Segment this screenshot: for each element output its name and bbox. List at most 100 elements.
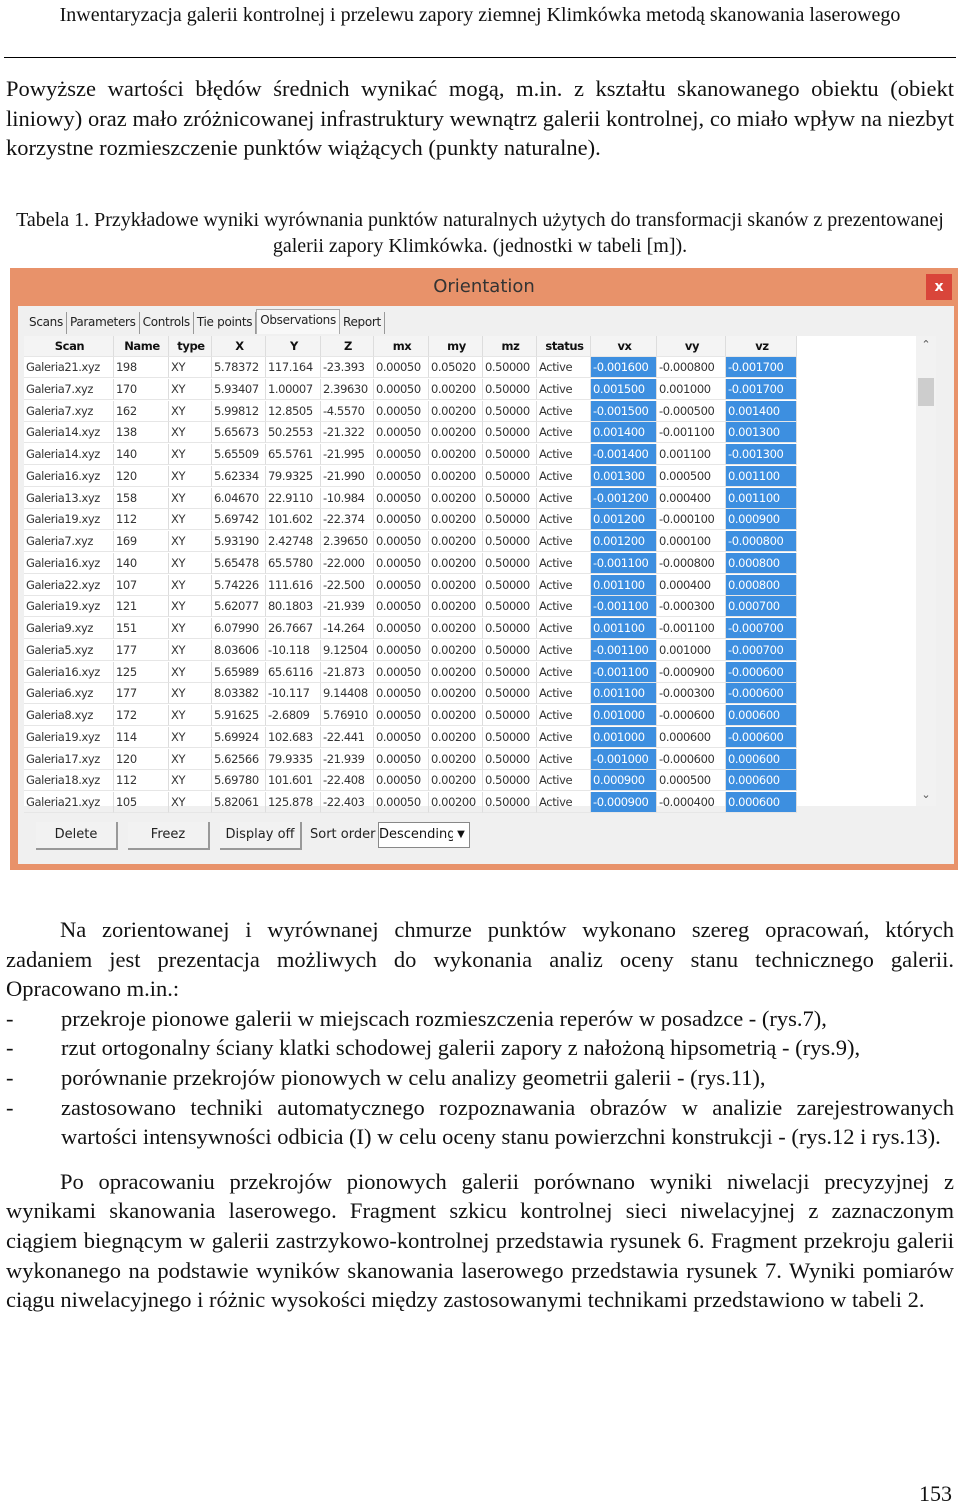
cell-name: 177: [114, 639, 169, 661]
column-header-my[interactable]: my: [429, 336, 483, 357]
table-row[interactable]: Galeria6.xyz 177 XY 8.03382 -10.117 9.14408 0.…: [24, 683, 797, 705]
table-row[interactable]: Galeria7.xyz 169 XY 5.93190 2.42748 2.39650 0.…: [24, 531, 797, 552]
column-header-vy[interactable]: vy: [657, 336, 726, 357]
tab-scans[interactable]: Scans: [26, 312, 67, 334]
cell-mz: 0.50000: [483, 639, 537, 661]
cell-vz: -0.001700: [726, 378, 797, 400]
table-row[interactable]: Galeria5.xyz 177 XY 8.03606 -10.118 9.12504 0.…: [24, 639, 797, 661]
chevron-down-icon[interactable]: ▼: [453, 823, 469, 847]
cell-y: 26.7667: [266, 618, 321, 639]
table-row[interactable]: Galeria9.xyz 151 XY 6.07990 26.7667 -14.264 0.…: [24, 618, 797, 639]
scrollbar-thumb[interactable]: [918, 378, 934, 406]
column-header-status[interactable]: status: [537, 336, 591, 357]
table-row[interactable]: Galeria19.xyz 121 XY 5.62077 80.1803 -21.939 0…: [24, 596, 797, 618]
cell-z: -22.408: [321, 770, 374, 792]
freez-button[interactable]: Freez: [128, 822, 210, 850]
column-header-y[interactable]: Y: [266, 336, 321, 357]
cell-status: Active: [537, 574, 591, 596]
cell-y: 79.9335: [266, 748, 321, 770]
cell-status: Active: [537, 487, 591, 509]
cell-mx: 0.00050: [374, 705, 429, 726]
table-row[interactable]: Galeria13.xyz 158 XY 6.04670 22.9110 -10.984 0…: [24, 487, 797, 509]
cell-vx: -0.001000: [591, 748, 657, 770]
table-row[interactable]: Galeria21.xyz 105 XY 5.82061 125.878 -22.403 0…: [24, 792, 797, 813]
table-row[interactable]: Galeria16.xyz 125 XY 5.65989 65.6116 -21.873 0…: [24, 661, 797, 683]
table-row[interactable]: Galeria19.xyz 112 XY 5.69742 101.602 -22.374 0…: [24, 509, 797, 531]
cell-vx: -0.001200: [591, 487, 657, 509]
cell-x: 5.62566: [212, 748, 266, 770]
vertical-scrollbar[interactable]: ⌃ ⌄: [916, 336, 936, 806]
tab-tie-points[interactable]: Tie points: [194, 312, 257, 334]
column-header-vx[interactable]: vx: [591, 336, 657, 357]
cell-x: 5.62334: [212, 465, 266, 487]
table-row[interactable]: Galeria8.xyz 172 XY 5.91625 -2.6809 5.76910 0.…: [24, 705, 797, 726]
table-row[interactable]: Galeria7.xyz 170 XY 5.93407 1.00007 2.39630 0.…: [24, 378, 797, 400]
cell-name: 120: [114, 748, 169, 770]
cell-mx: 0.00050: [374, 639, 429, 661]
cell-type: XY: [169, 378, 212, 400]
column-header-mx[interactable]: mx: [374, 336, 429, 357]
cell-mx: 0.00050: [374, 596, 429, 618]
cell-type: XY: [169, 792, 212, 813]
delete-button[interactable]: Delete: [36, 822, 118, 850]
cell-mx: 0.00050: [374, 770, 429, 792]
table-row[interactable]: Galeria7.xyz 162 XY 5.99812 12.8505 -4.5570 0.…: [24, 400, 797, 422]
cell-type: XY: [169, 357, 212, 378]
table-row[interactable]: Galeria16.xyz 140 XY 5.65478 65.5780 -22.000 0…: [24, 552, 797, 574]
cell-status: Active: [537, 531, 591, 552]
table-row[interactable]: Galeria17.xyz 120 XY 5.62566 79.9335 -21.939 0…: [24, 748, 797, 770]
cell-z: -14.264: [321, 618, 374, 639]
cell-scan: Galeria14.xyz: [24, 422, 114, 444]
cell-vz: -0.000700: [726, 639, 797, 661]
cell-vz: -0.000700: [726, 618, 797, 639]
tab-report[interactable]: Report: [340, 312, 385, 334]
cell-mx: 0.00050: [374, 487, 429, 509]
cell-vx: -0.001500: [591, 400, 657, 422]
cell-type: XY: [169, 509, 212, 531]
cell-vz: -0.000600: [726, 683, 797, 705]
column-header-z[interactable]: Z: [321, 336, 374, 357]
scroll-down-icon[interactable]: ⌄: [916, 788, 936, 801]
cell-my: 0.00200: [429, 487, 483, 509]
display-off-button[interactable]: Display off: [220, 822, 302, 850]
table-row[interactable]: Galeria19.xyz 114 XY 5.69924 102.683 -22.441 0…: [24, 726, 797, 748]
table-row[interactable]: Galeria14.xyz 138 XY 5.65673 50.2553 -21.322 0…: [24, 422, 797, 444]
table-row[interactable]: Galeria22.xyz 107 XY 5.74226 111.616 -22.500 0…: [24, 574, 797, 596]
cell-my: 0.00200: [429, 770, 483, 792]
cell-vz: -0.000600: [726, 726, 797, 748]
cell-status: Active: [537, 792, 591, 813]
cell-type: XY: [169, 574, 212, 596]
cell-my: 0.00200: [429, 661, 483, 683]
tab-parameters[interactable]: Parameters: [67, 312, 140, 334]
table-row[interactable]: Galeria16.xyz 120 XY 5.62334 79.9325 -21.990 0…: [24, 465, 797, 487]
column-header-scan[interactable]: Scan: [24, 336, 114, 357]
cell-vz: 0.001100: [726, 487, 797, 509]
tab-observations[interactable]: Observations: [256, 309, 340, 334]
table-row[interactable]: Galeria14.xyz 140 XY 5.65509 65.5761 -21.995 0…: [24, 444, 797, 465]
table-row[interactable]: Galeria21.xyz 198 XY 5.78372 117.164 -23.393 0…: [24, 357, 797, 378]
table-caption: Tabela 1. Przykładowe wyniki wyrównania …: [16, 209, 944, 257]
cell-mx: 0.00050: [374, 378, 429, 400]
sort-order-select[interactable]: Descending ▼: [378, 822, 470, 848]
tab-controls[interactable]: Controls: [140, 312, 194, 334]
cell-vz: -0.001700: [726, 357, 797, 378]
table-row[interactable]: Galeria18.xyz 112 XY 5.69780 101.601 -22.408 0…: [24, 770, 797, 792]
column-header-name[interactable]: Name: [114, 336, 169, 357]
list-item-text: zastosowano techniki automatycznego rozp…: [61, 1094, 954, 1150]
cell-vz: -0.001300: [726, 444, 797, 465]
cell-vy: -0.001100: [657, 422, 726, 444]
cell-vz: -0.000600: [726, 661, 797, 683]
column-header-mz[interactable]: mz: [483, 336, 537, 357]
cell-z: -23.393: [321, 357, 374, 378]
cell-vz: 0.001400: [726, 400, 797, 422]
paragraph-1-text: Na zorientowanej i wyrównanej chmurze pu…: [6, 917, 954, 1002]
cell-status: Active: [537, 465, 591, 487]
close-icon[interactable]: x: [926, 274, 952, 300]
column-header-type[interactable]: type: [169, 336, 212, 357]
column-header-x[interactable]: X: [212, 336, 266, 357]
cell-vx: 0.001200: [591, 531, 657, 552]
cell-my: 0.00200: [429, 422, 483, 444]
column-header-vz[interactable]: vz: [726, 336, 797, 357]
cell-scan: Galeria19.xyz: [24, 596, 114, 618]
scroll-up-icon[interactable]: ⌃: [916, 338, 936, 351]
